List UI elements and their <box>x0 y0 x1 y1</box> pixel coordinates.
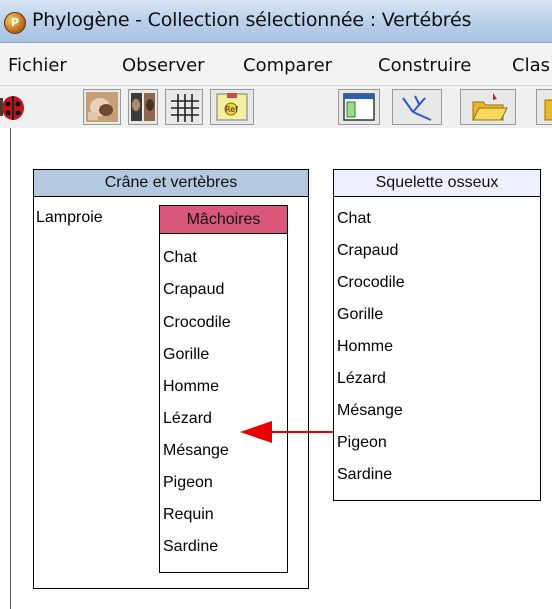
drag-arrow-icon <box>240 421 333 443</box>
